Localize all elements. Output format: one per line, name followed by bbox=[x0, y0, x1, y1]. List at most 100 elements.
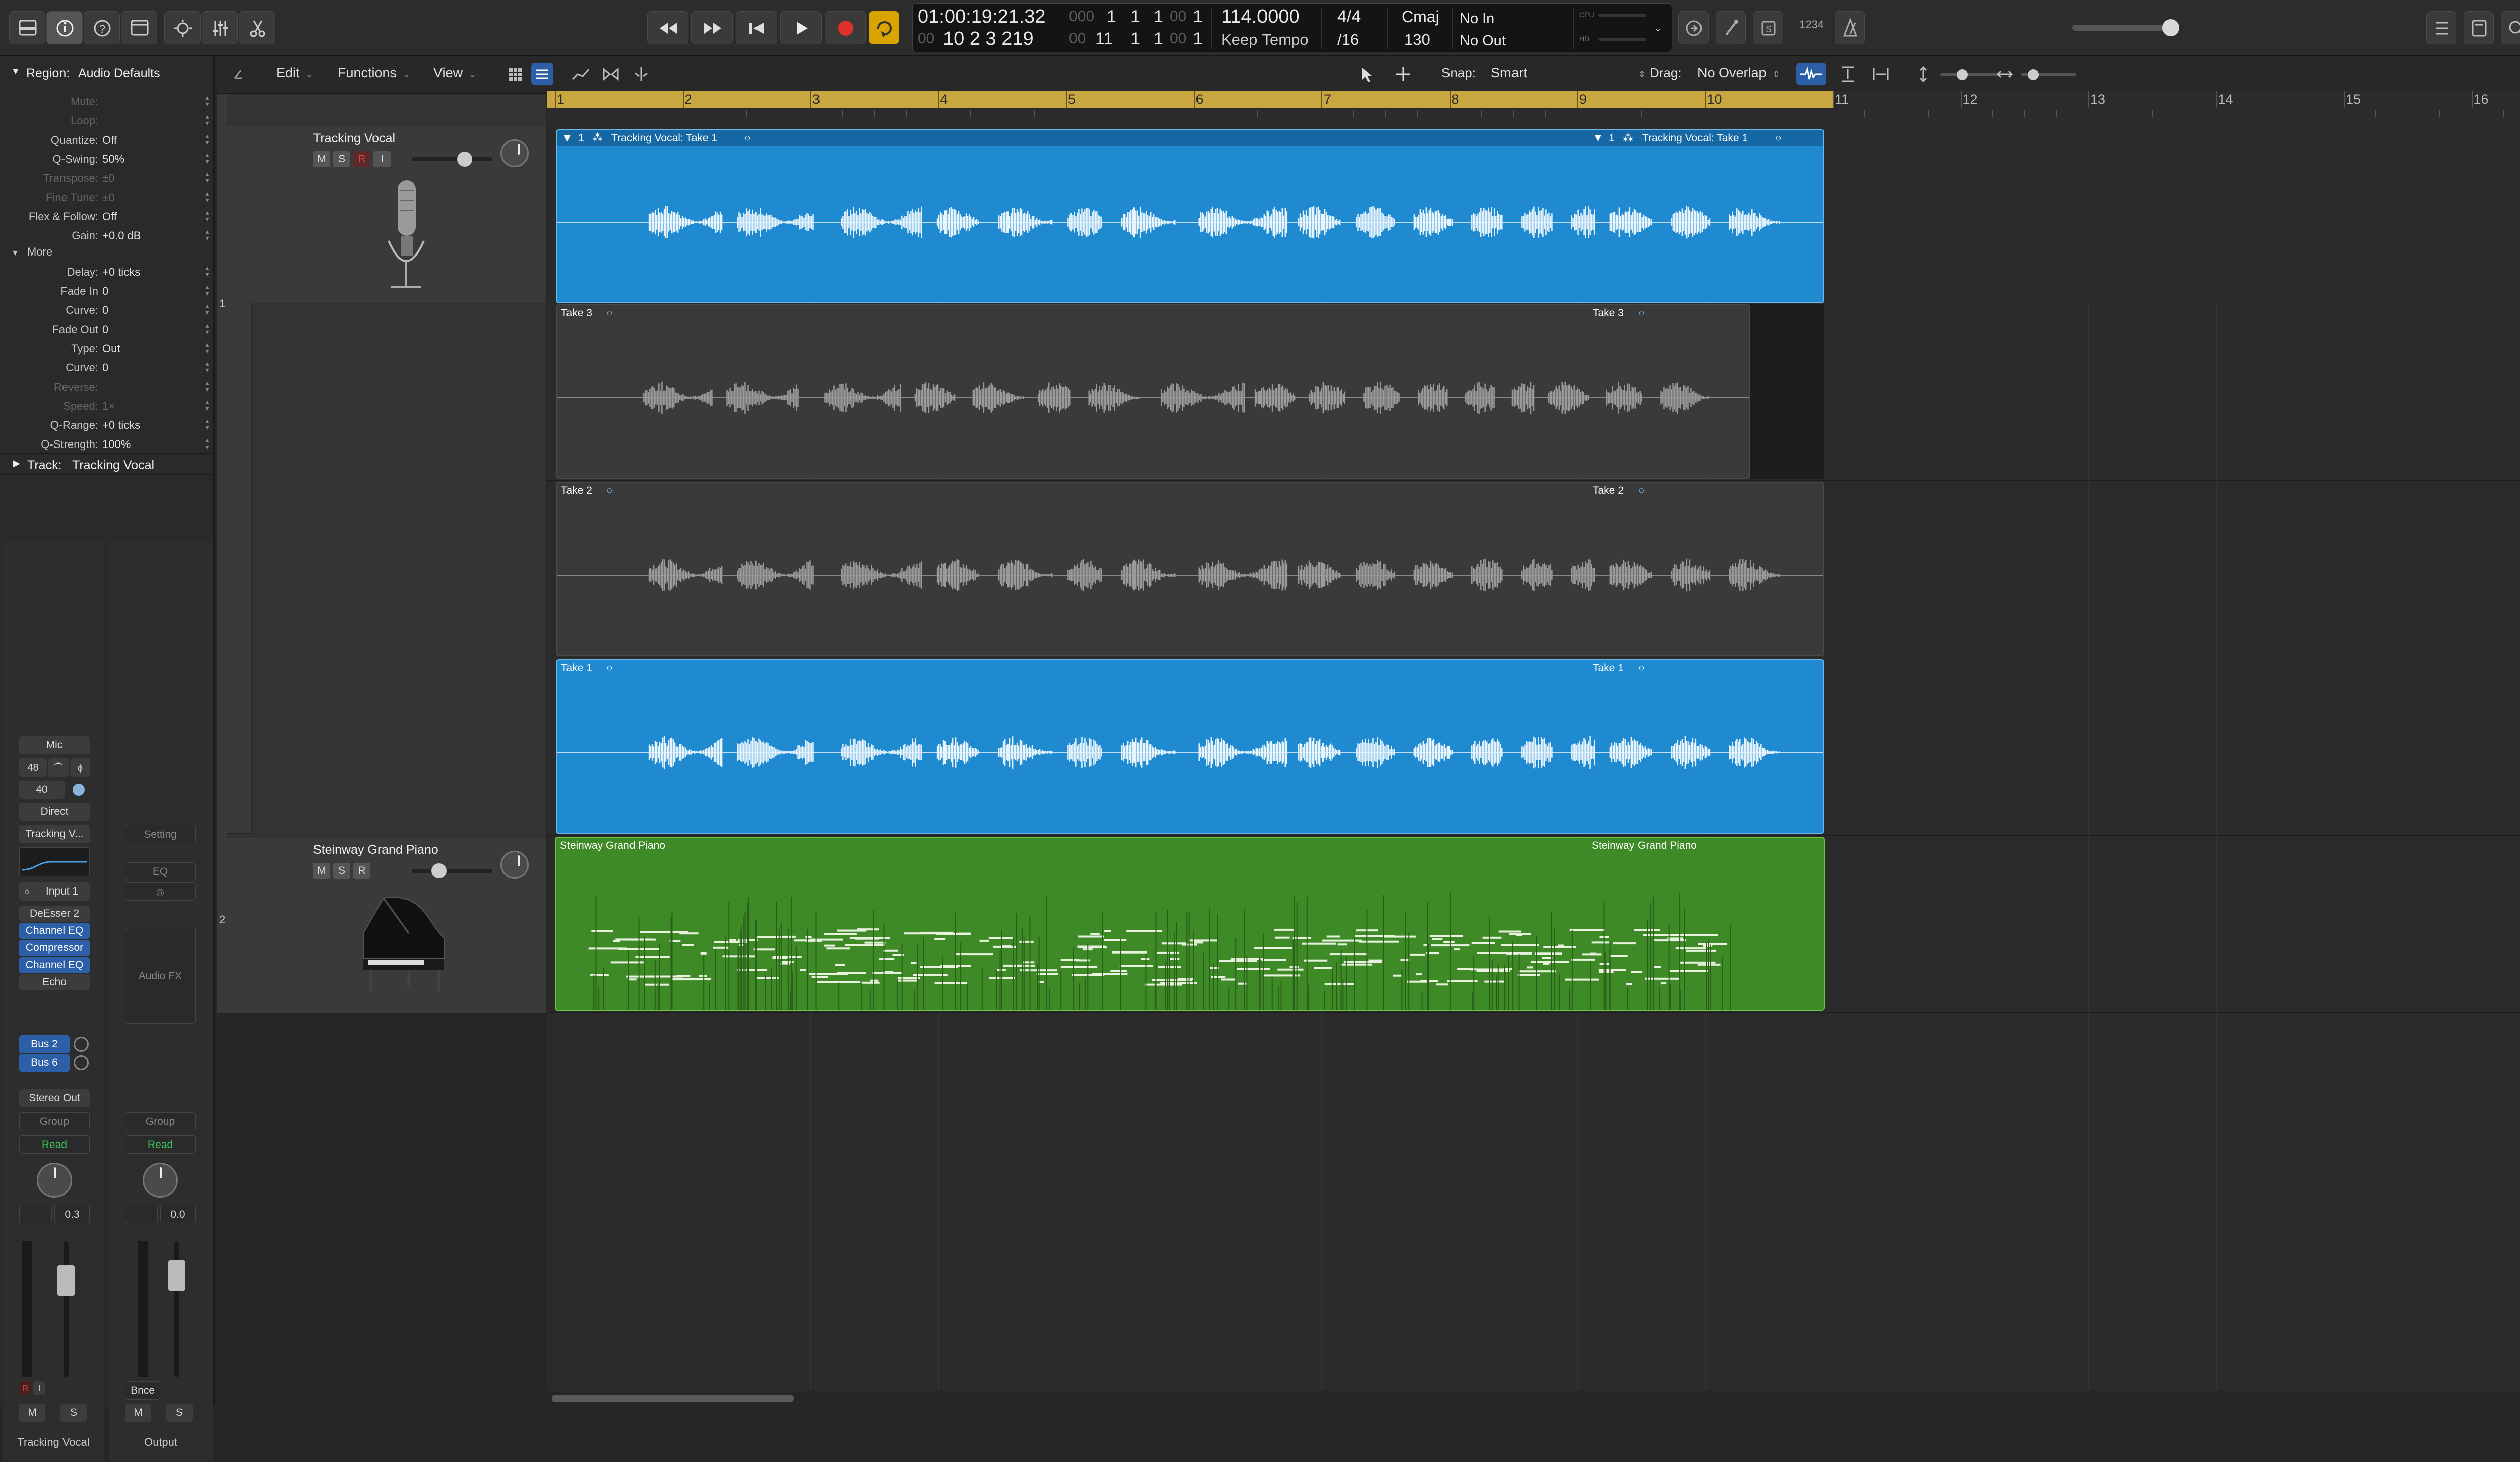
param-row[interactable]: Quantize: Off ▴ ▾ bbox=[0, 130, 215, 149]
horizontal-zoom-fit-icon[interactable] bbox=[1870, 63, 1892, 85]
snap-dropdown[interactable]: Smart ⇕ bbox=[1491, 65, 1646, 81]
input-gain-knob[interactable] bbox=[73, 784, 85, 796]
gain-value[interactable]: 48 bbox=[19, 758, 47, 777]
vertical-zoom-fit-icon[interactable] bbox=[1837, 63, 1859, 85]
region-take-1[interactable]: Take 1 ○ Take 1 ○ bbox=[556, 659, 1824, 834]
output-group[interactable]: Group bbox=[125, 1112, 196, 1130]
output-setting[interactable]: Setting bbox=[125, 825, 196, 843]
inspector-icon[interactable] bbox=[46, 11, 83, 44]
stepper-icon[interactable]: ▴ ▾ bbox=[204, 398, 210, 412]
automation-icon[interactable] bbox=[570, 63, 592, 85]
param-value[interactable]: +0.0 dB bbox=[102, 229, 141, 242]
track-volume-thumb[interactable] bbox=[431, 863, 447, 878]
param-value[interactable]: 0 bbox=[102, 361, 108, 374]
horizontal-scroll-thumb[interactable] bbox=[552, 1395, 794, 1402]
output-eq[interactable]: EQ bbox=[125, 862, 196, 880]
more-row[interactable]: Q-Range: +0 ticks ▴ ▾ bbox=[0, 415, 215, 434]
stepper-icon[interactable]: ▴ ▾ bbox=[204, 209, 210, 222]
input-slot[interactable]: ○ Input 1 bbox=[19, 882, 90, 901]
solo-button[interactable]: S bbox=[60, 1404, 87, 1422]
note-pad-icon[interactable] bbox=[2464, 11, 2494, 44]
plugin-slot[interactable]: Channel EQ bbox=[19, 957, 90, 973]
master-volume-thumb[interactable] bbox=[2162, 19, 2179, 36]
more-row[interactable]: Fade In 0 ▴ ▾ bbox=[0, 281, 215, 300]
plugin-slot[interactable]: Echo bbox=[19, 974, 90, 990]
stepper-icon[interactable]: ▴ ▾ bbox=[204, 417, 210, 431]
output-link-icon[interactable]: ◎ bbox=[125, 882, 196, 901]
track-inspector-header[interactable]: ▶ Track: Tracking Vocal bbox=[0, 453, 215, 475]
input-gain-value[interactable]: 40 bbox=[19, 781, 65, 799]
stepper-icon[interactable]: ▴ ▾ bbox=[204, 360, 210, 373]
param-row[interactable]: Loop: ▴ ▾ bbox=[0, 110, 215, 130]
param-value[interactable]: 1× bbox=[102, 400, 115, 413]
param-row[interactable]: Flex & Follow: Off ▴ ▾ bbox=[0, 206, 215, 225]
param-value[interactable]: 0 bbox=[102, 285, 108, 298]
region-inspector-header[interactable]: ▼ Region: Audio Defaults bbox=[0, 63, 215, 84]
send-bus-6[interactable]: Bus 6 bbox=[19, 1054, 70, 1072]
stepper-icon[interactable]: ▴ ▾ bbox=[204, 94, 210, 107]
vertical-zoom-thumb[interactable] bbox=[1957, 69, 1968, 80]
stepper-icon[interactable]: ▴ ▾ bbox=[204, 228, 210, 241]
stepper-icon[interactable]: ▴ ▾ bbox=[204, 170, 210, 184]
vertical-zoom-slider[interactable] bbox=[1940, 73, 2001, 76]
cycle-range[interactable] bbox=[547, 91, 1833, 108]
lcd-menu-chevron-icon[interactable]: ⌄ bbox=[1654, 22, 1662, 34]
volume-fader-track[interactable] bbox=[64, 1241, 69, 1377]
plugin-slot[interactable]: Compressor bbox=[19, 940, 90, 956]
functions-menu[interactable]: Functions ⌄ bbox=[338, 65, 410, 81]
marquee-tool-icon[interactable] bbox=[1392, 63, 1414, 85]
track-solo-button[interactable]: S bbox=[333, 151, 350, 167]
direct-monitoring[interactable]: Direct bbox=[19, 803, 90, 821]
horizontal-zoom-icon[interactable] bbox=[1994, 63, 2016, 85]
flex-icon[interactable] bbox=[600, 63, 622, 85]
output-pan-knob[interactable] bbox=[143, 1163, 178, 1198]
volume-fader-thumb[interactable] bbox=[57, 1265, 75, 1296]
stepper-icon[interactable]: ▴ ▾ bbox=[204, 113, 210, 126]
track-record-button[interactable]: R bbox=[353, 151, 370, 167]
more-row[interactable]: Type: Out ▴ ▾ bbox=[0, 338, 215, 357]
pointer-tool-icon[interactable] bbox=[1355, 63, 1377, 85]
region-steinway-grand-piano[interactable]: Steinway Grand Piano Steinway Grand Pian… bbox=[555, 837, 1825, 1011]
fast-forward-button[interactable] bbox=[691, 11, 733, 44]
param-value[interactable]: ±0 bbox=[102, 191, 114, 204]
record-enable-button[interactable]: R bbox=[19, 1381, 31, 1395]
edit-menu[interactable]: Edit ⌄ bbox=[276, 65, 313, 81]
stepper-icon[interactable]: ▴ ▾ bbox=[204, 264, 210, 278]
smart-controls-icon[interactable] bbox=[164, 11, 201, 44]
param-value[interactable]: ±0 bbox=[102, 172, 114, 185]
more-row[interactable]: Q-Strength: 100% ▴ ▾ bbox=[0, 434, 215, 453]
waveform-zoom-icon[interactable] bbox=[1796, 63, 1826, 85]
stepper-icon[interactable]: ▴ ▾ bbox=[204, 322, 210, 335]
plugin-slot[interactable]: Channel EQ bbox=[19, 923, 90, 939]
go-to-beginning-button[interactable] bbox=[736, 11, 777, 44]
output-mute-button[interactable]: M bbox=[125, 1404, 151, 1422]
param-value[interactable]: Off bbox=[102, 134, 117, 147]
stepper-icon[interactable]: ▴ ▾ bbox=[204, 341, 210, 354]
output-automation[interactable]: Read bbox=[125, 1135, 196, 1154]
metronome-icon[interactable] bbox=[1835, 11, 1865, 44]
replace-icon[interactable] bbox=[1678, 11, 1709, 44]
library-icon[interactable] bbox=[9, 11, 45, 44]
send-knob-bus-6[interactable] bbox=[74, 1055, 89, 1070]
track-volume-thumb[interactable] bbox=[457, 152, 472, 167]
lcd-display[interactable]: 01:00:19:21.32 10 2 3 219 00 000 1 1 1 0… bbox=[912, 3, 1672, 52]
mixer-icon[interactable] bbox=[202, 11, 238, 44]
more-row[interactable]: Speed: 1× ▴ ▾ bbox=[0, 396, 215, 415]
track-pan-knob[interactable] bbox=[500, 139, 529, 167]
output-audio-fx[interactable]: Audio FX bbox=[125, 928, 196, 1024]
tracks-area[interactable]: ▼ 1 ⁂ Tracking Vocal: Take 1 ○ ▼ 1 ⁂ Tra… bbox=[547, 126, 2520, 1391]
more-disclosure[interactable]: ▼ More bbox=[11, 245, 52, 259]
plugin-slot[interactable]: DeEsser 2 bbox=[19, 906, 90, 922]
param-value[interactable]: 50% bbox=[102, 153, 124, 166]
stepper-icon[interactable]: ▴ ▾ bbox=[204, 151, 210, 165]
cycle-button[interactable] bbox=[869, 11, 899, 44]
horizontal-zoom-thumb[interactable] bbox=[2028, 69, 2039, 80]
count-in-badge[interactable]: 1234 bbox=[1799, 18, 1824, 31]
stepper-icon[interactable]: ▴ ▾ bbox=[204, 283, 210, 297]
param-value[interactable]: Out bbox=[102, 342, 120, 355]
more-row[interactable]: Fade Out 0 ▴ ▾ bbox=[0, 319, 215, 338]
list-editors-icon[interactable] bbox=[2426, 11, 2456, 44]
phase-icon[interactable]: ϕ bbox=[70, 758, 90, 777]
more-row[interactable]: Curve: 0 ▴ ▾ bbox=[0, 357, 215, 376]
track-record-button[interactable]: R bbox=[353, 863, 370, 879]
